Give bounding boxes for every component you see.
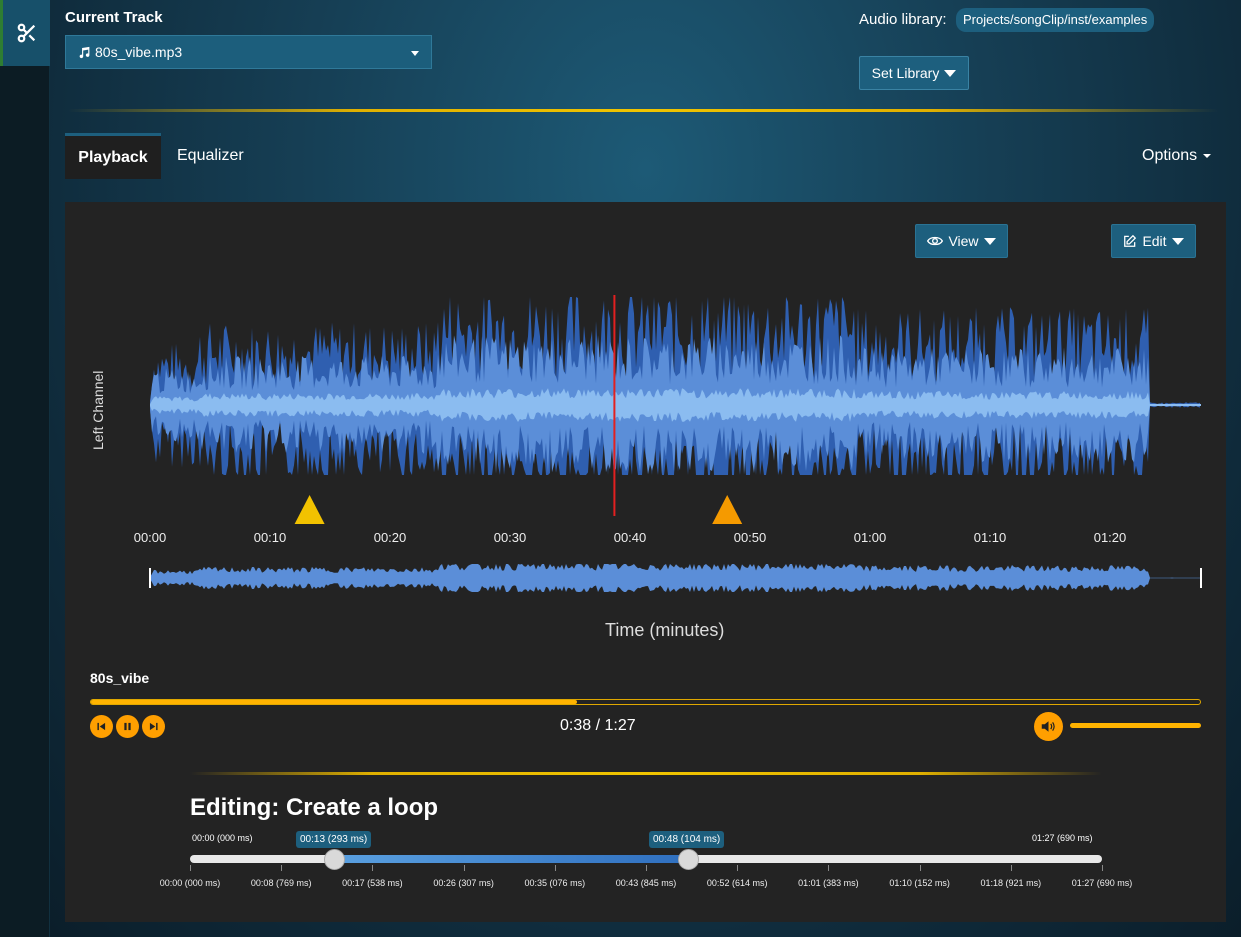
slider-grid-label: 01:18 (921 ms) [980, 878, 1042, 888]
slider-grid-tick [1010, 865, 1012, 871]
slider-grid-tick [737, 865, 739, 871]
slider-grid-tick [1102, 865, 1103, 871]
slider-grid-label: 01:27 (690 ms) [1071, 878, 1133, 888]
time-tick-label: 00:30 [493, 530, 527, 545]
editing-divider [190, 772, 1102, 775]
track-select-value: 80s_vibe.mp3 [95, 44, 183, 60]
slider-grid-tick [463, 865, 465, 871]
chevron-down-icon [411, 51, 419, 56]
scissors-icon [17, 23, 35, 43]
music-note-icon [79, 46, 90, 58]
tab-equalizer[interactable]: Equalizer [177, 147, 244, 165]
skip-back-icon [97, 722, 106, 731]
range-min-label: 00:00 (000 ms) [192, 833, 253, 843]
caret-down-icon [1203, 154, 1212, 158]
song-name: 80s_vibe [90, 670, 150, 686]
current-track-label: Current Track [65, 9, 163, 26]
slider-grid-tick [919, 865, 921, 871]
options-label: Options [1142, 147, 1198, 164]
options-dropdown[interactable]: Options [1142, 147, 1212, 165]
scissors-logo-button[interactable] [0, 0, 50, 66]
slider-grid-label: 01:01 (383 ms) [798, 878, 859, 888]
time-separator: / [595, 717, 601, 734]
time-readout: 0:38 / 1:27 [560, 717, 636, 735]
skip-back-button[interactable] [90, 715, 113, 738]
total-time: 1:27 [604, 717, 636, 734]
skip-forward-icon [149, 722, 158, 731]
time-tick-label: 01:20 [1093, 530, 1127, 545]
time-tick-label: 01:00 [853, 530, 887, 545]
set-library-button[interactable]: Set Library [859, 56, 969, 90]
time-tick-label: 00:10 [253, 530, 287, 545]
editing-title: Editing: Create a loop [190, 794, 439, 821]
slider-grid-label: 00:17 (538 ms) [342, 878, 403, 888]
caret-down-icon [944, 69, 957, 77]
audio-library-label: Audio library: [859, 11, 947, 28]
skip-forward-button[interactable] [142, 715, 165, 738]
loop-end-marker[interactable] [712, 495, 743, 524]
playback-progress-bar[interactable] [90, 699, 1201, 705]
loop-end-handle[interactable] [678, 849, 699, 870]
progress-fill [91, 700, 577, 704]
slider-grid-label: 01:10 (152 ms) [889, 878, 950, 888]
pause-icon [124, 722, 131, 731]
audio-library-path-badge: Projects/songClip/inst/examples [956, 8, 1155, 32]
slider-grid-tick [190, 865, 191, 871]
volume-slider[interactable] [1070, 723, 1201, 728]
time-tick-label: 00:40 [613, 530, 647, 545]
volume-icon [1041, 721, 1055, 732]
slider-grid-tick [281, 865, 283, 871]
track-select[interactable]: 80s_vibe.mp3 [65, 35, 432, 69]
set-library-label: Set Library [871, 65, 940, 81]
time-tick-label: 01:10 [973, 530, 1007, 545]
slider-grid-label: 00:26 (307 ms) [433, 878, 494, 888]
tab-playback[interactable]: Playback [65, 133, 161, 179]
loop-start-value: 00:13 (293 ms) [296, 831, 372, 848]
slider-grid-tick [646, 865, 647, 871]
time-tick-label: 00:00 [133, 530, 167, 545]
slider-grid-tick [554, 865, 556, 871]
playback-panel: View Edit Left Channel 00:00 00:10 00:20 00… [65, 202, 1226, 922]
loop-start-handle[interactable] [324, 849, 345, 870]
slider-grid-label: 00:08 (769 ms) [250, 878, 312, 888]
pause-button[interactable] [116, 715, 139, 738]
slider-grid-label: 00:52 (614 ms) [706, 878, 768, 888]
current-time: 0:38 [560, 717, 592, 734]
axis-title: Time (minutes) [605, 620, 725, 640]
slider-grid-tick [828, 865, 830, 871]
waveform-plot[interactable] [65, 202, 1226, 622]
time-tick-label: 00:50 [733, 530, 767, 545]
sidebar [0, 0, 50, 937]
slider-grid-label: 00:43 (845 ms) [615, 878, 677, 888]
header-divider [68, 109, 1218, 112]
slider-grid-label: 00:35 (076 ms) [524, 878, 586, 888]
volume-button[interactable] [1034, 712, 1063, 741]
time-tick-label: 00:20 [373, 530, 407, 545]
overview-waveform[interactable] [150, 564, 1200, 592]
range-max-label: 01:27 (690 ms) [1032, 833, 1093, 843]
main-area: Current Track 80s_vibe.mp3 Audio library… [50, 0, 1241, 937]
slider-grid-tick [372, 865, 374, 871]
loop-end-value: 00:48 (104 ms) [649, 831, 725, 848]
loop-range-selection [335, 855, 689, 863]
loop-start-marker[interactable] [294, 495, 325, 524]
slider-grid-label: 00:00 (000 ms) [159, 878, 221, 888]
